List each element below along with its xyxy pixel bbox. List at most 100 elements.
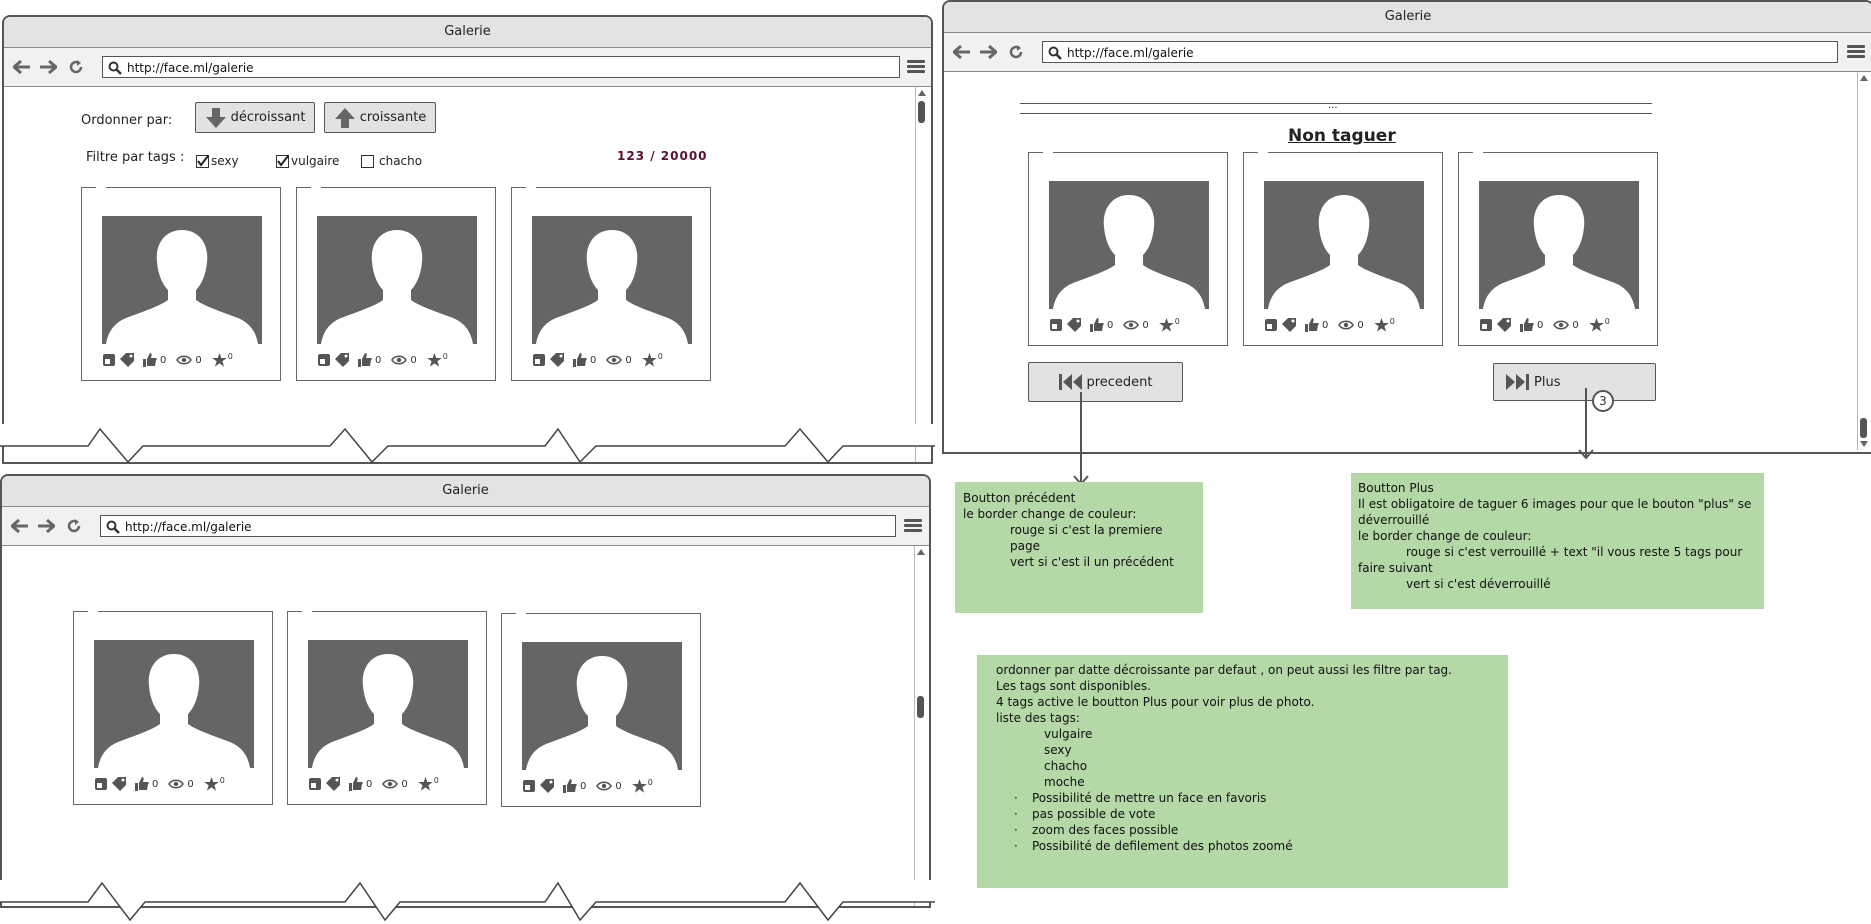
zoom-image-icon[interactable] (94, 777, 108, 791)
hamburger-menu-icon[interactable] (1847, 45, 1865, 59)
eye-icon[interactable] (596, 781, 613, 791)
eye-icon[interactable] (1338, 320, 1355, 330)
zoom-image-icon[interactable] (1049, 318, 1063, 332)
sort-descending-button[interactable]: décroissant (195, 102, 315, 133)
refresh-icon[interactable] (1006, 42, 1026, 62)
star-icon[interactable] (1373, 318, 1389, 332)
note-line: vert si c'est il un précédent (1010, 555, 1174, 569)
url-bar[interactable]: http://face.ml/galerie (102, 56, 900, 78)
more-button[interactable]: Plus (1493, 363, 1656, 401)
forward-arrow-icon[interactable] (38, 57, 58, 77)
eye-icon[interactable] (1553, 320, 1570, 330)
eye-icon[interactable] (168, 779, 185, 789)
photo-card[interactable]: 0 0 0 (511, 186, 711, 381)
hamburger-menu-icon[interactable] (907, 60, 925, 74)
tag-icon[interactable] (119, 353, 135, 367)
eye-icon[interactable] (391, 355, 408, 365)
star-count: 0 (1174, 317, 1180, 326)
portrait-placeholder-image (522, 642, 682, 770)
forward-arrow-icon[interactable] (978, 42, 998, 62)
photo-card[interactable]: 0 0 0 (287, 610, 487, 805)
thumbs-up-icon[interactable] (135, 777, 149, 791)
tag-checkbox-vulgaire[interactable]: vulgaire (276, 154, 339, 168)
star-icon[interactable] (641, 353, 657, 367)
tag-checkbox-chacho[interactable]: chacho (361, 154, 422, 168)
tag-icon[interactable] (539, 779, 555, 793)
thumbs-up-icon[interactable] (1090, 318, 1104, 332)
browser-toolbar: http://face.ml/galerie (4, 48, 931, 87)
star-icon[interactable] (203, 777, 219, 791)
tag-list-item: sexy (1044, 743, 1072, 757)
zoom-image-icon[interactable] (1264, 318, 1278, 332)
photo-card[interactable]: 0 0 0 (1028, 151, 1228, 346)
back-arrow-icon[interactable] (952, 42, 972, 62)
thumbs-up-icon[interactable] (143, 353, 157, 367)
tag-label: vulgaire (291, 154, 340, 168)
zoom-image-icon[interactable] (1479, 318, 1493, 332)
zoom-image-icon[interactable] (532, 353, 546, 367)
thumbs-up-icon[interactable] (573, 353, 587, 367)
view-count: 0 (187, 778, 194, 790)
thumbs-up-icon[interactable] (349, 777, 363, 791)
url-bar[interactable]: http://face.ml/galerie (1042, 41, 1838, 63)
eye-icon[interactable] (382, 779, 399, 789)
tag-icon[interactable] (1496, 318, 1512, 332)
person-silhouette-icon (1483, 195, 1635, 309)
photo-card[interactable]: 0 0 0 (73, 610, 273, 805)
photo-card[interactable]: 0 0 0 (81, 186, 281, 381)
zoom-image-icon[interactable] (102, 353, 116, 367)
photo-card[interactable]: 0 0 0 (1458, 151, 1658, 346)
vertical-scrollbar[interactable] (915, 87, 928, 462)
photo-card[interactable]: 0 0 0 (501, 612, 701, 807)
back-arrow-icon[interactable] (12, 57, 32, 77)
star-icon[interactable] (417, 777, 433, 791)
url-bar[interactable]: http://face.ml/galerie (100, 515, 896, 537)
zoom-image-icon[interactable] (317, 353, 331, 367)
thumbs-up-icon[interactable] (1520, 318, 1534, 332)
eye-icon[interactable] (176, 355, 193, 365)
person-silhouette-icon (536, 230, 688, 344)
tag-icon[interactable] (549, 353, 565, 367)
forward-arrow-icon[interactable] (36, 516, 56, 536)
portrait-placeholder-image (308, 640, 468, 768)
sort-ascending-button[interactable]: croissante (324, 102, 436, 133)
tag-icon[interactable] (111, 777, 127, 791)
star-icon[interactable] (631, 779, 647, 793)
thumbs-up-icon[interactable] (358, 353, 372, 367)
eye-icon[interactable] (606, 355, 623, 365)
tag-icon[interactable] (1281, 318, 1297, 332)
hamburger-menu-icon[interactable] (904, 519, 922, 533)
photo-card[interactable]: 0 0 0 (296, 186, 496, 381)
zoom-image-icon[interactable] (522, 779, 536, 793)
skip-forward-icon (1506, 374, 1529, 390)
photo-card[interactable]: 0 0 0 (1243, 151, 1443, 346)
back-arrow-icon[interactable] (10, 516, 30, 536)
star-icon[interactable] (1588, 318, 1604, 332)
note-line: rouge si c'est la premiere page (1010, 523, 1163, 553)
bullet-text: Possibilité de defilement des photos zoo… (1032, 839, 1293, 853)
thumbs-up-icon[interactable] (1305, 318, 1319, 332)
star-icon[interactable] (1158, 318, 1174, 332)
tag-icon[interactable] (325, 777, 341, 791)
card-actions: 0 0 0 (102, 352, 243, 368)
tag-icon[interactable] (334, 353, 350, 367)
tag-checkbox-sexy[interactable]: sexy (196, 154, 239, 168)
tag-icon[interactable] (1066, 318, 1082, 332)
vertical-scrollbar[interactable] (914, 546, 927, 906)
refresh-icon[interactable] (64, 516, 84, 536)
view-count: 0 (615, 780, 622, 792)
zoom-image-icon[interactable] (308, 777, 322, 791)
note-line: Boutton Plus (1358, 481, 1434, 495)
thumbs-up-icon[interactable] (563, 779, 577, 793)
eye-icon[interactable] (1123, 320, 1140, 330)
order-label: Ordonner par: (81, 113, 173, 128)
person-silhouette-icon (526, 656, 678, 770)
vertical-scrollbar[interactable] (1857, 72, 1870, 450)
star-icon[interactable] (211, 353, 227, 367)
person-silhouette-icon (98, 654, 250, 768)
browser-window-top-left: Galerie http://face.ml/galerie Ordonner … (2, 15, 933, 464)
refresh-icon[interactable] (66, 57, 86, 77)
star-icon[interactable] (426, 353, 442, 367)
previous-label: precedent (1086, 374, 1153, 390)
previous-button[interactable]: precedent (1028, 362, 1183, 402)
